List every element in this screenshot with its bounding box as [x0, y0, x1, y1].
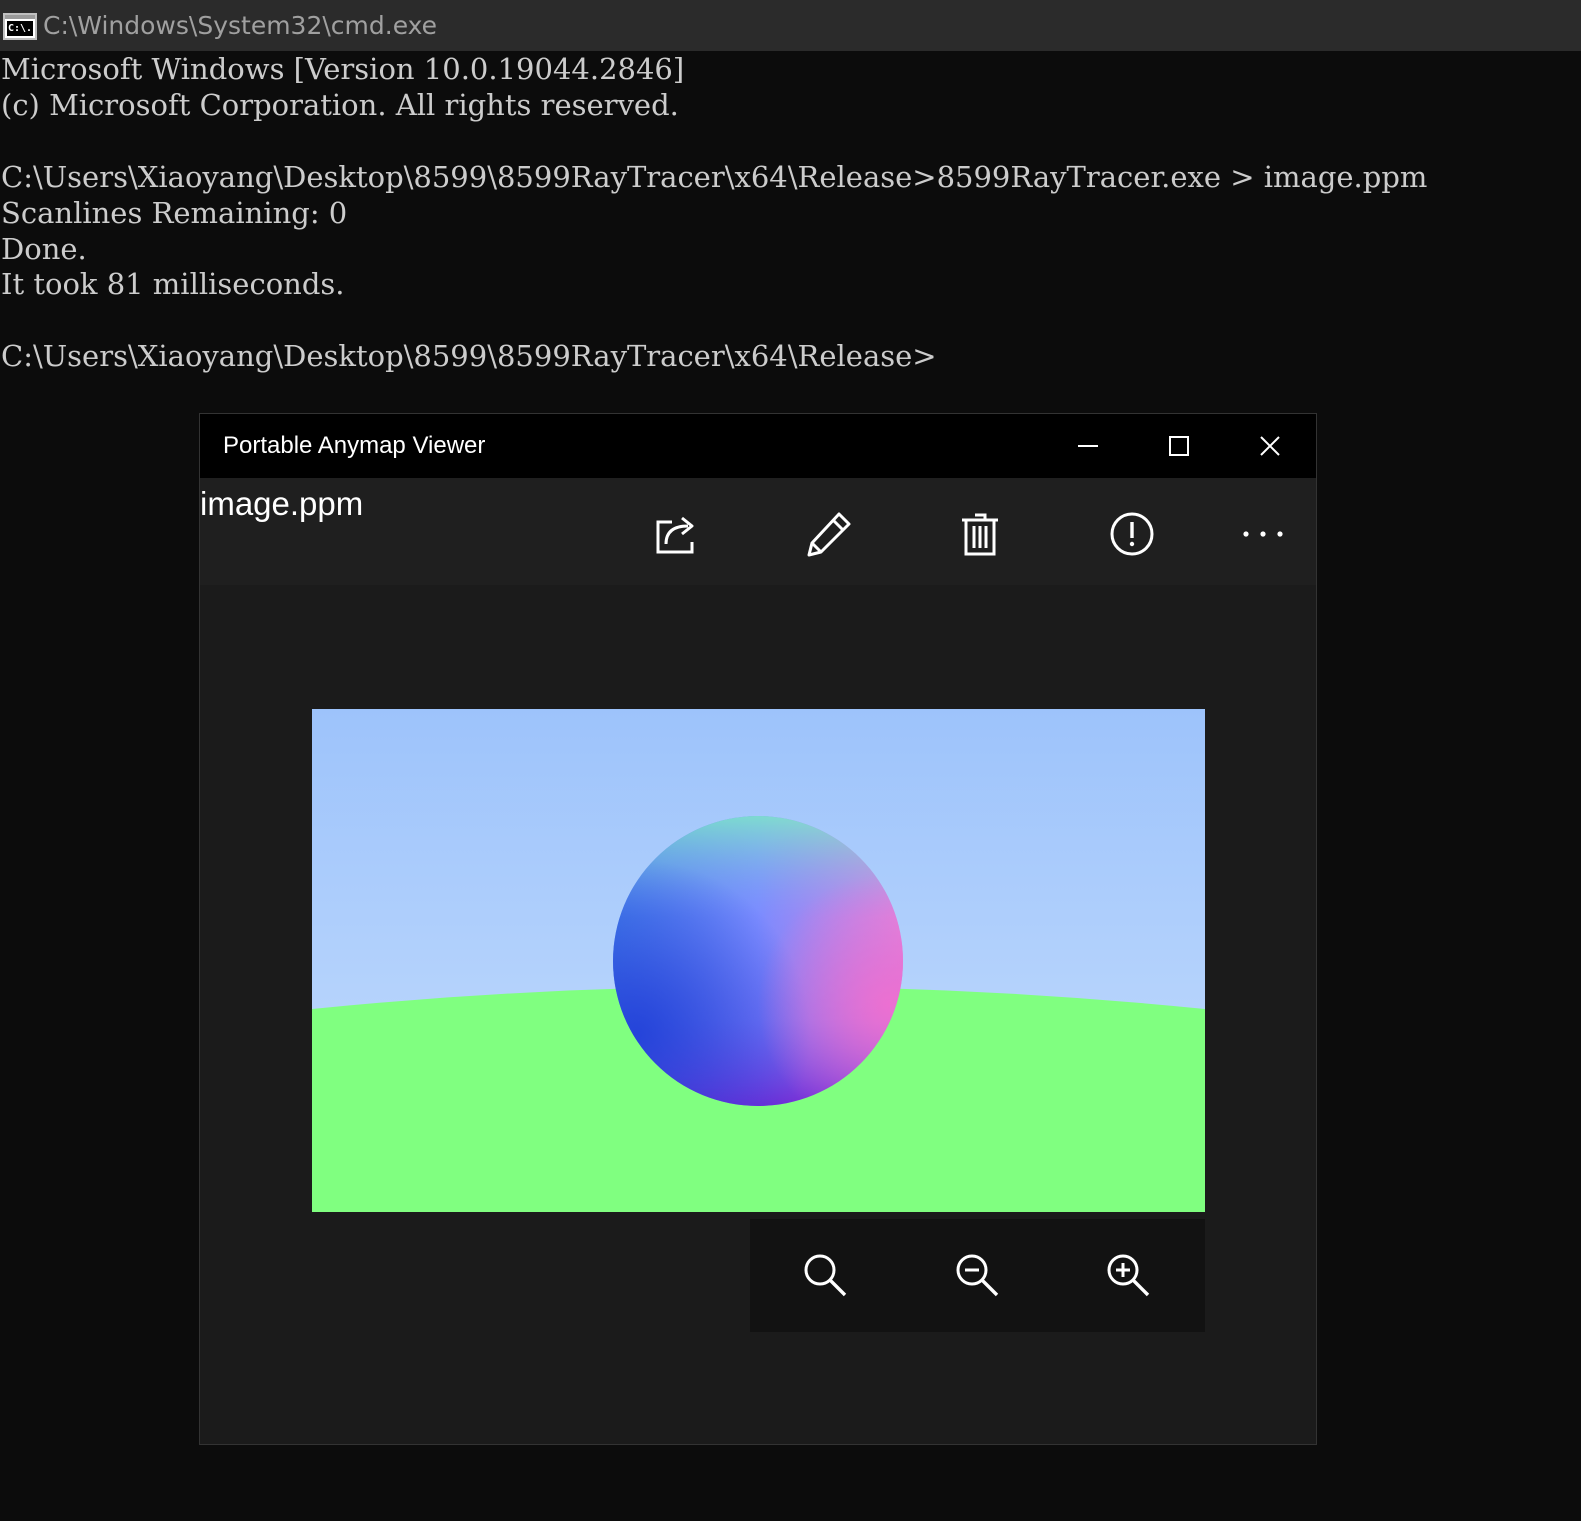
console-line: Scanlines Remaining: 0	[1, 196, 348, 230]
viewer-toolbar: image.ppm	[200, 478, 1316, 585]
delete-button[interactable]	[940, 498, 1020, 570]
zoom-reset-button[interactable]	[785, 1237, 865, 1313]
more-ellipsis-icon	[1243, 531, 1283, 537]
info-alert-icon	[1110, 512, 1154, 556]
close-button[interactable]	[1224, 414, 1315, 478]
console-app-icon-text: C:\.	[7, 21, 33, 36]
anymap-viewer-window: Portable Anymap Viewer image.ppm	[199, 413, 1317, 1445]
console-line: It took 81 milliseconds.	[1, 267, 345, 301]
edit-button[interactable]	[789, 498, 869, 570]
console-line: (c) Microsoft Corporation. All rights re…	[1, 88, 679, 122]
file-name-label: image.ppm	[200, 485, 364, 522]
zoom-controls	[750, 1219, 1205, 1332]
zoom-out-button[interactable]	[937, 1237, 1017, 1313]
minimize-icon	[1077, 445, 1098, 447]
info-button[interactable]	[1092, 498, 1172, 570]
viewer-titlebar[interactable]: Portable Anymap Viewer	[200, 414, 1316, 478]
maximize-button[interactable]	[1133, 414, 1224, 478]
zoom-in-button[interactable]	[1088, 1237, 1168, 1313]
rendered-image[interactable]	[312, 709, 1205, 1212]
console-prompt-line[interactable]: C:\Users\Xiaoyang\Desktop\8599\8599RayTr…	[1, 338, 937, 374]
share-button[interactable]	[636, 498, 716, 570]
share-icon	[656, 516, 694, 554]
zoom-reset-icon	[804, 1254, 847, 1297]
console-line: Microsoft Windows [Version 10.0.19044.28…	[1, 52, 685, 86]
cmd-titlebar[interactable]: C:\. C:\Windows\System32\cmd.exe	[0, 0, 1581, 51]
edit-pencil-icon	[807, 512, 851, 557]
viewer-window-title: Portable Anymap Viewer	[223, 432, 486, 459]
zoom-out-icon	[956, 1254, 999, 1297]
console-app-icon: C:\.	[3, 13, 37, 40]
maximize-icon	[1168, 436, 1189, 456]
delete-trash-icon	[962, 513, 998, 556]
console-line: Done.	[1, 232, 87, 266]
ray-traced-sphere-image	[312, 709, 1205, 1212]
minimize-button[interactable]	[1042, 414, 1133, 478]
console-line: C:\Users\Xiaoyang\Desktop\8599\8599RayTr…	[1, 160, 1428, 194]
close-icon	[1259, 436, 1280, 456]
more-options-button[interactable]	[1223, 498, 1303, 570]
cmd-window-title: C:\Windows\System32\cmd.exe	[43, 11, 438, 40]
zoom-in-icon	[1107, 1254, 1150, 1297]
